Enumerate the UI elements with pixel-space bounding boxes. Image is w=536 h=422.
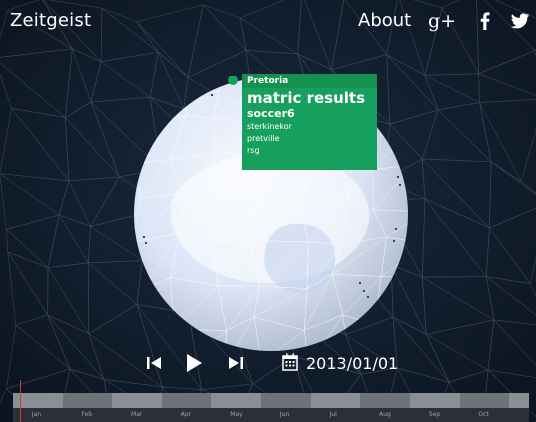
popup-trend-item: sterkinekor: [247, 122, 292, 131]
month-label: Mar: [131, 411, 143, 418]
skip-forward-icon[interactable]: [228, 354, 244, 372]
timeline-month-segment[interactable]: [211, 393, 262, 408]
month-label: Jun: [279, 411, 290, 418]
timeline-month-segment[interactable]: [261, 393, 311, 408]
google-plus-label: g+: [428, 10, 457, 32]
twitter-icon[interactable]: [509, 10, 531, 32]
month-label: Feb: [81, 411, 93, 418]
timeline-month-segment[interactable]: [112, 393, 162, 408]
play-icon[interactable]: [185, 352, 203, 374]
month-label: Jul: [329, 411, 337, 418]
popup-city: Pretoria: [242, 74, 377, 88]
google-plus-icon[interactable]: g+: [428, 10, 456, 32]
timeline-month-segment[interactable]: [509, 393, 529, 408]
timeline-month-segment[interactable]: [409, 393, 460, 408]
popup-top-trend: matric results: [247, 89, 365, 107]
current-date[interactable]: 2013/01/01: [306, 354, 398, 373]
facebook-icon[interactable]: [474, 10, 496, 32]
popup-trend-item: rsg: [247, 146, 260, 155]
timeline-month-segment[interactable]: [62, 393, 113, 408]
month-label: Aug: [379, 411, 391, 418]
timeline-month-segment[interactable]: [459, 393, 510, 408]
popup-trend-item: pretville: [247, 134, 280, 143]
month-label: Jan: [31, 411, 42, 418]
month-axis: Jan Feb Mar Apr May Jun Jul Aug Sep Oct: [13, 408, 529, 422]
timeline[interactable]: Jan Feb Mar Apr May Jun Jul Aug Sep Oct: [13, 393, 529, 422]
month-label: Apr: [180, 411, 192, 418]
trend-popup[interactable]: Pretoria matric results soccer6 sterkine…: [242, 74, 377, 170]
logo[interactable]: Zeitgeist: [10, 10, 91, 31]
timeline-month-segment[interactable]: [310, 393, 361, 408]
timeline-month-segment[interactable]: [360, 393, 410, 408]
popup-second-trend: soccer6: [247, 107, 295, 120]
timeline-playhead[interactable]: [20, 380, 21, 422]
about-link[interactable]: About: [358, 10, 411, 31]
playback-controls: 2013/01/01: [0, 350, 536, 378]
skip-back-icon[interactable]: [146, 354, 162, 372]
month-label: Oct: [478, 411, 489, 418]
header: Zeitgeist About g+: [0, 0, 536, 44]
calendar-icon[interactable]: [282, 353, 298, 371]
timeline-month-segment[interactable]: [161, 393, 212, 408]
month-label: May: [230, 411, 243, 418]
month-label: Sep: [428, 411, 441, 418]
